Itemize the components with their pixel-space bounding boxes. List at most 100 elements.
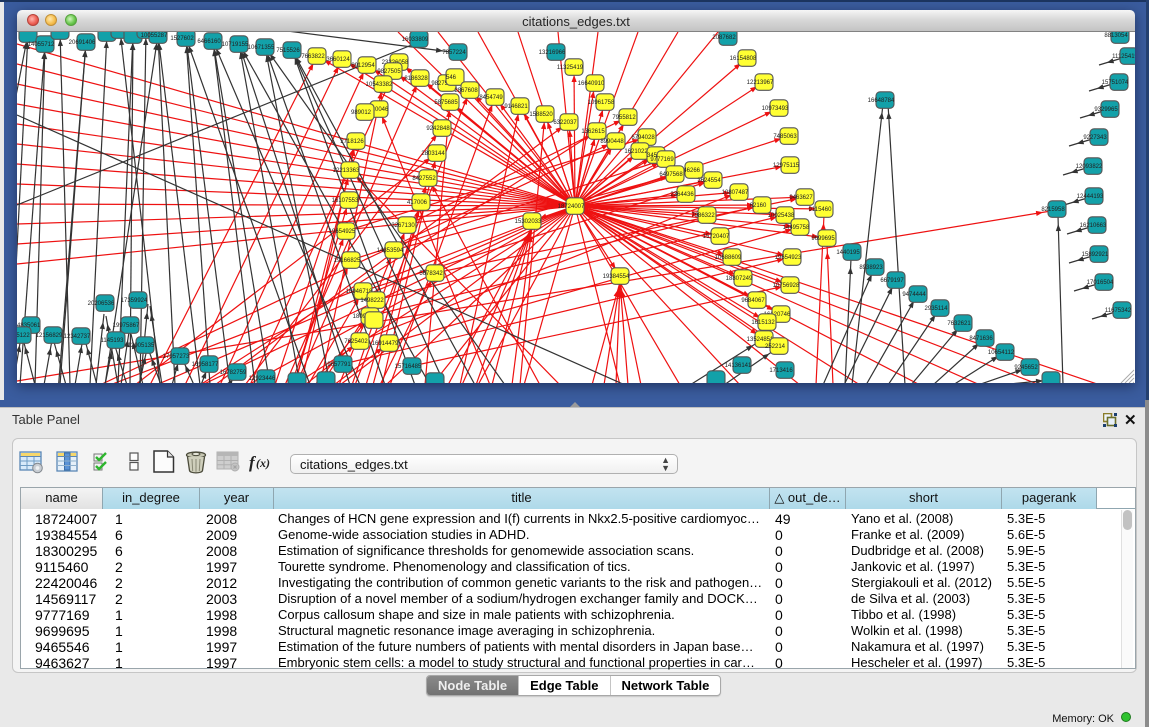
svg-text:12444193: 12444193 [1077,194,1104,200]
svg-text:16107553: 16107553 [332,198,359,204]
svg-text:2867608: 2867608 [454,88,478,94]
svg-text:12905135: 12905135 [128,343,155,349]
svg-text:8215958: 8215958 [1041,207,1065,213]
svg-text:7663822: 7663822 [301,54,325,60]
svg-text:5678342: 5678342 [419,271,443,277]
svg-text:1527602: 1527602 [170,36,194,42]
svg-text:16640910: 16640910 [578,81,605,87]
svg-text:15716485: 15716485 [395,364,422,370]
svg-text:10719155: 10719155 [222,42,249,48]
svg-text:14353594: 14353594 [377,248,404,254]
svg-text:2935114: 2935114 [925,306,949,312]
svg-text:19975867: 19975867 [113,323,140,329]
svg-text:3915122: 3915122 [17,333,30,339]
svg-text:62160: 62160 [750,203,767,209]
svg-text:1588520: 1588520 [529,112,553,118]
svg-text:2364436: 2364436 [670,192,694,198]
svg-text:9777169: 9777169 [650,157,674,163]
svg-text:7857224: 7857224 [442,50,466,56]
svg-text:6794028: 6794028 [631,135,655,141]
svg-text:1621022: 1621022 [624,149,648,155]
svg-text:19654925: 19654925 [329,229,356,235]
svg-text:9227343: 9227343 [1083,135,1107,141]
svg-text:16033809: 16033809 [402,37,429,43]
svg-text:5875685: 5875685 [434,100,458,106]
svg-text:16958177: 16958177 [192,362,219,368]
svg-text:9245652: 9245652 [1014,365,1038,371]
svg-text:1615132: 1615132 [751,320,775,326]
svg-text:17957273: 17957273 [163,354,190,360]
svg-text:(x): (x) [256,456,270,470]
svg-text:15892921: 15892921 [1082,252,1109,258]
svg-text:10543382: 10543382 [366,82,393,88]
svg-text:7955812: 7955812 [612,115,636,121]
svg-text:8471636: 8471636 [969,336,993,342]
svg-text:9242848: 9242848 [426,126,450,132]
svg-text:20691406: 20691406 [69,40,96,46]
svg-text:12342737: 12342737 [64,334,91,340]
svg-text:1498222: 1498222 [360,298,384,304]
svg-text:10973493: 10973493 [762,106,789,112]
svg-text:9329965: 9329965 [1094,107,1118,113]
svg-text:1362615: 1362615 [581,129,605,135]
svg-text:7625402: 7625402 [344,339,368,345]
svg-text:16210663: 16210663 [1080,223,1107,229]
svg-text:10654112: 10654112 [988,350,1015,356]
svg-text:16914479: 16914479 [372,341,399,347]
svg-text:8454749: 8454749 [479,95,503,101]
svg-text:18724007: 18724007 [558,204,585,210]
svg-text:9684067: 9684067 [741,298,765,304]
svg-text:17016504: 17016504 [1087,280,1114,286]
svg-text:2718126: 2718126 [340,139,364,145]
svg-text:6497568: 6497568 [659,172,683,178]
svg-text:8186328: 8186328 [404,76,428,82]
svg-text:9463627: 9463627 [789,195,813,201]
svg-text:12923446: 12923446 [249,376,276,382]
svg-text:9115460: 9115460 [809,207,833,213]
svg-text:14055712: 14055712 [28,42,55,48]
svg-text:12093822: 12093822 [1076,164,1103,170]
svg-text:252214: 252214 [765,344,786,350]
svg-text:9474444: 9474444 [902,292,926,298]
svg-text:3267130: 3267130 [391,223,415,229]
svg-text:9657791: 9657791 [327,362,351,368]
svg-text:7632621: 7632621 [947,321,971,327]
svg-text:3624554: 3624554 [697,178,721,184]
svg-text:10961758: 10961758 [588,100,615,106]
svg-text:6679197: 6679197 [880,278,904,284]
svg-text:8813054: 8813054 [1104,33,1128,39]
svg-text:12213967: 12213967 [747,80,774,86]
svg-text:11125419: 11125419 [1112,54,1135,60]
svg-text:546: 546 [446,75,457,81]
svg-text:12975115: 12975115 [773,163,800,169]
svg-text:16782759: 16782759 [220,370,247,376]
svg-text:9699695: 9699695 [811,236,835,242]
svg-text:8427552: 8427552 [412,176,436,182]
svg-text:7485063: 7485063 [773,134,797,140]
svg-text:989012: 989012 [351,110,372,116]
svg-text:15720407: 15720407 [703,234,730,240]
svg-text:20206536: 20206536 [88,301,115,307]
svg-text:9827505: 9827505 [377,69,401,75]
svg-text:10807487: 10807487 [722,190,749,196]
svg-text:6466160: 6466160 [197,39,221,45]
svg-text:6322037: 6322037 [553,120,577,126]
svg-text:10671355: 10671355 [248,45,275,51]
svg-text:7515526: 7515526 [276,48,300,54]
svg-text:15751074: 15751074 [1102,80,1129,86]
svg-text:12213363: 12213363 [333,168,360,174]
svg-text:9146821: 9146821 [504,104,528,110]
svg-text:3660124: 3660124 [326,57,350,63]
svg-text:16154808: 16154808 [730,56,757,62]
svg-text:15302033: 15302033 [515,219,542,225]
svg-text:14495758: 14495758 [783,225,810,231]
svg-text:7986322: 7986322 [691,213,715,219]
svg-text:18807249: 18807249 [726,276,753,282]
svg-text:1713416: 1713416 [769,368,793,374]
svg-text:11675342: 11675342 [1105,308,1132,314]
svg-text:10055287: 10055287 [141,33,168,39]
svg-text:10688609: 10688609 [715,255,742,261]
svg-text:13216966: 13216966 [539,50,566,56]
svg-text:8938923: 8938923 [859,265,883,271]
svg-text:2803144: 2803144 [421,151,445,157]
